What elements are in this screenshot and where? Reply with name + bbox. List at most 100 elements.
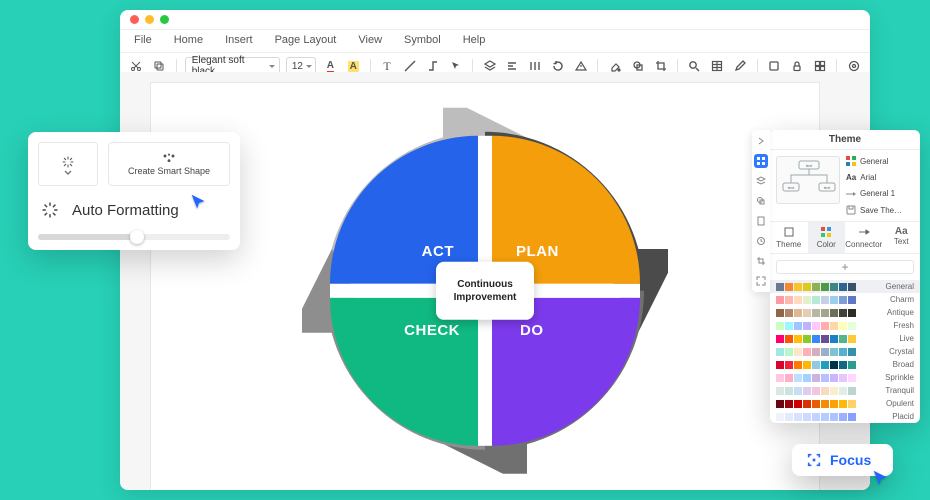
swatch <box>848 374 856 382</box>
palette-live[interactable]: Live <box>770 332 920 345</box>
swatch <box>848 348 856 356</box>
swatch <box>785 361 793 369</box>
theme-thumbnail[interactable]: texttexttext <box>776 156 840 204</box>
rail-collapse-icon[interactable] <box>754 134 768 148</box>
swatch <box>794 400 802 408</box>
swatch <box>812 296 820 304</box>
cursor-icon <box>188 192 210 214</box>
palette-charm[interactable]: Charm <box>770 293 920 306</box>
rail-expand-icon[interactable] <box>754 274 768 288</box>
svg-text:text: text <box>824 185 831 190</box>
create-smart-shape-button[interactable]: Create Smart Shape <box>108 142 230 186</box>
swatch <box>794 387 802 395</box>
swatch <box>821 348 829 356</box>
swatch <box>839 309 847 317</box>
palette-name: Charm <box>886 295 914 304</box>
slider-knob[interactable] <box>130 230 144 244</box>
menu-file[interactable]: File <box>134 34 152 46</box>
palette-name: Tranquil <box>881 386 914 395</box>
palette-tranquil[interactable]: Tranquil <box>770 384 920 397</box>
swatch <box>830 400 838 408</box>
swatch <box>803 348 811 356</box>
mode-text[interactable]: AaText <box>883 222 921 253</box>
palette-broad[interactable]: Broad <box>770 358 920 371</box>
add-palette-button[interactable]: + <box>776 260 914 274</box>
swatch <box>794 283 802 291</box>
swatch <box>821 361 829 369</box>
swatch <box>812 309 820 317</box>
palette-opulent[interactable]: Opulent <box>770 397 920 410</box>
mode-theme[interactable]: Theme <box>770 222 808 253</box>
sparkle-button[interactable] <box>38 142 98 186</box>
rail-crop-icon[interactable] <box>754 254 768 268</box>
menu-page[interactable]: Page Layout <box>275 34 337 46</box>
rail-layers-icon[interactable] <box>754 174 768 188</box>
swatch <box>785 374 793 382</box>
auto-format-slider[interactable] <box>38 234 230 240</box>
theme-modes: Theme Color Connector AaText <box>770 221 920 254</box>
create-smart-shape-label: Create Smart Shape <box>128 166 210 176</box>
menu-home[interactable]: Home <box>174 34 203 46</box>
rail-page-icon[interactable] <box>754 214 768 228</box>
swatch <box>821 283 829 291</box>
swatch <box>821 400 829 408</box>
window-minimize[interactable] <box>145 15 154 24</box>
swatch <box>785 348 793 356</box>
menu-symbol[interactable]: Symbol <box>404 34 441 46</box>
mode-connector[interactable]: Connector <box>845 222 883 253</box>
mode-color[interactable]: Color <box>808 222 846 253</box>
palette-crystal[interactable]: Crystal <box>770 345 920 358</box>
swatch <box>839 348 847 356</box>
swatch <box>821 322 829 330</box>
theme-opt-arial[interactable]: AaArial <box>846 173 914 182</box>
swatch <box>830 348 838 356</box>
palette-name: Fresh <box>890 321 914 330</box>
swatch <box>803 413 811 421</box>
palette-name: Live <box>895 334 914 343</box>
rail-history-icon[interactable] <box>754 234 768 248</box>
focus-label: Focus <box>830 452 871 468</box>
swatch <box>803 400 811 408</box>
palette-fresh[interactable]: Fresh <box>770 319 920 332</box>
palette-antique[interactable]: Antique <box>770 306 920 319</box>
swatch <box>794 374 802 382</box>
palette-general[interactable]: General <box>770 280 920 293</box>
theme-opt-save[interactable]: Save The… <box>846 205 914 215</box>
swatch <box>848 387 856 395</box>
swatch <box>785 400 793 408</box>
palette-placid[interactable]: Placid <box>770 410 920 423</box>
pdca-center[interactable]: Continuous Improvement <box>436 262 534 320</box>
smart-shape-icon <box>161 152 177 164</box>
window-close[interactable] <box>130 15 139 24</box>
swatch <box>821 387 829 395</box>
focus-icon <box>806 452 822 468</box>
swatch <box>785 309 793 317</box>
swatch <box>812 387 820 395</box>
swatch <box>830 361 838 369</box>
swatch <box>821 413 829 421</box>
menubar: File Home Insert Page Layout View Symbol… <box>120 30 870 53</box>
swatch <box>776 413 784 421</box>
palette-sprinkle[interactable]: Sprinkle <box>770 371 920 384</box>
swatch <box>848 322 856 330</box>
theme-opt-general[interactable]: General <box>846 156 914 166</box>
menu-view[interactable]: View <box>358 34 382 46</box>
rail-shape-icon[interactable] <box>754 194 768 208</box>
swatch <box>794 322 802 330</box>
swatch <box>794 361 802 369</box>
swatch <box>830 335 838 343</box>
palette-name: Antique <box>883 308 914 317</box>
window-zoom[interactable] <box>160 15 169 24</box>
menu-help[interactable]: Help <box>463 34 486 46</box>
swatch <box>830 387 838 395</box>
theme-opt-general1[interactable]: General 1 <box>846 189 914 198</box>
swatch <box>848 296 856 304</box>
rail-grid-icon[interactable] <box>754 154 768 168</box>
swatch <box>776 283 784 291</box>
menu-insert[interactable]: Insert <box>225 34 253 46</box>
theme-panel: Theme texttexttext General AaArial Gener… <box>770 130 920 423</box>
pdca-diagram[interactable]: ACT PLAN CHECK DO Continuous Improvement <box>330 136 640 446</box>
swatch <box>803 387 811 395</box>
palette-name: Sprinkle <box>881 373 914 382</box>
swatch <box>794 413 802 421</box>
